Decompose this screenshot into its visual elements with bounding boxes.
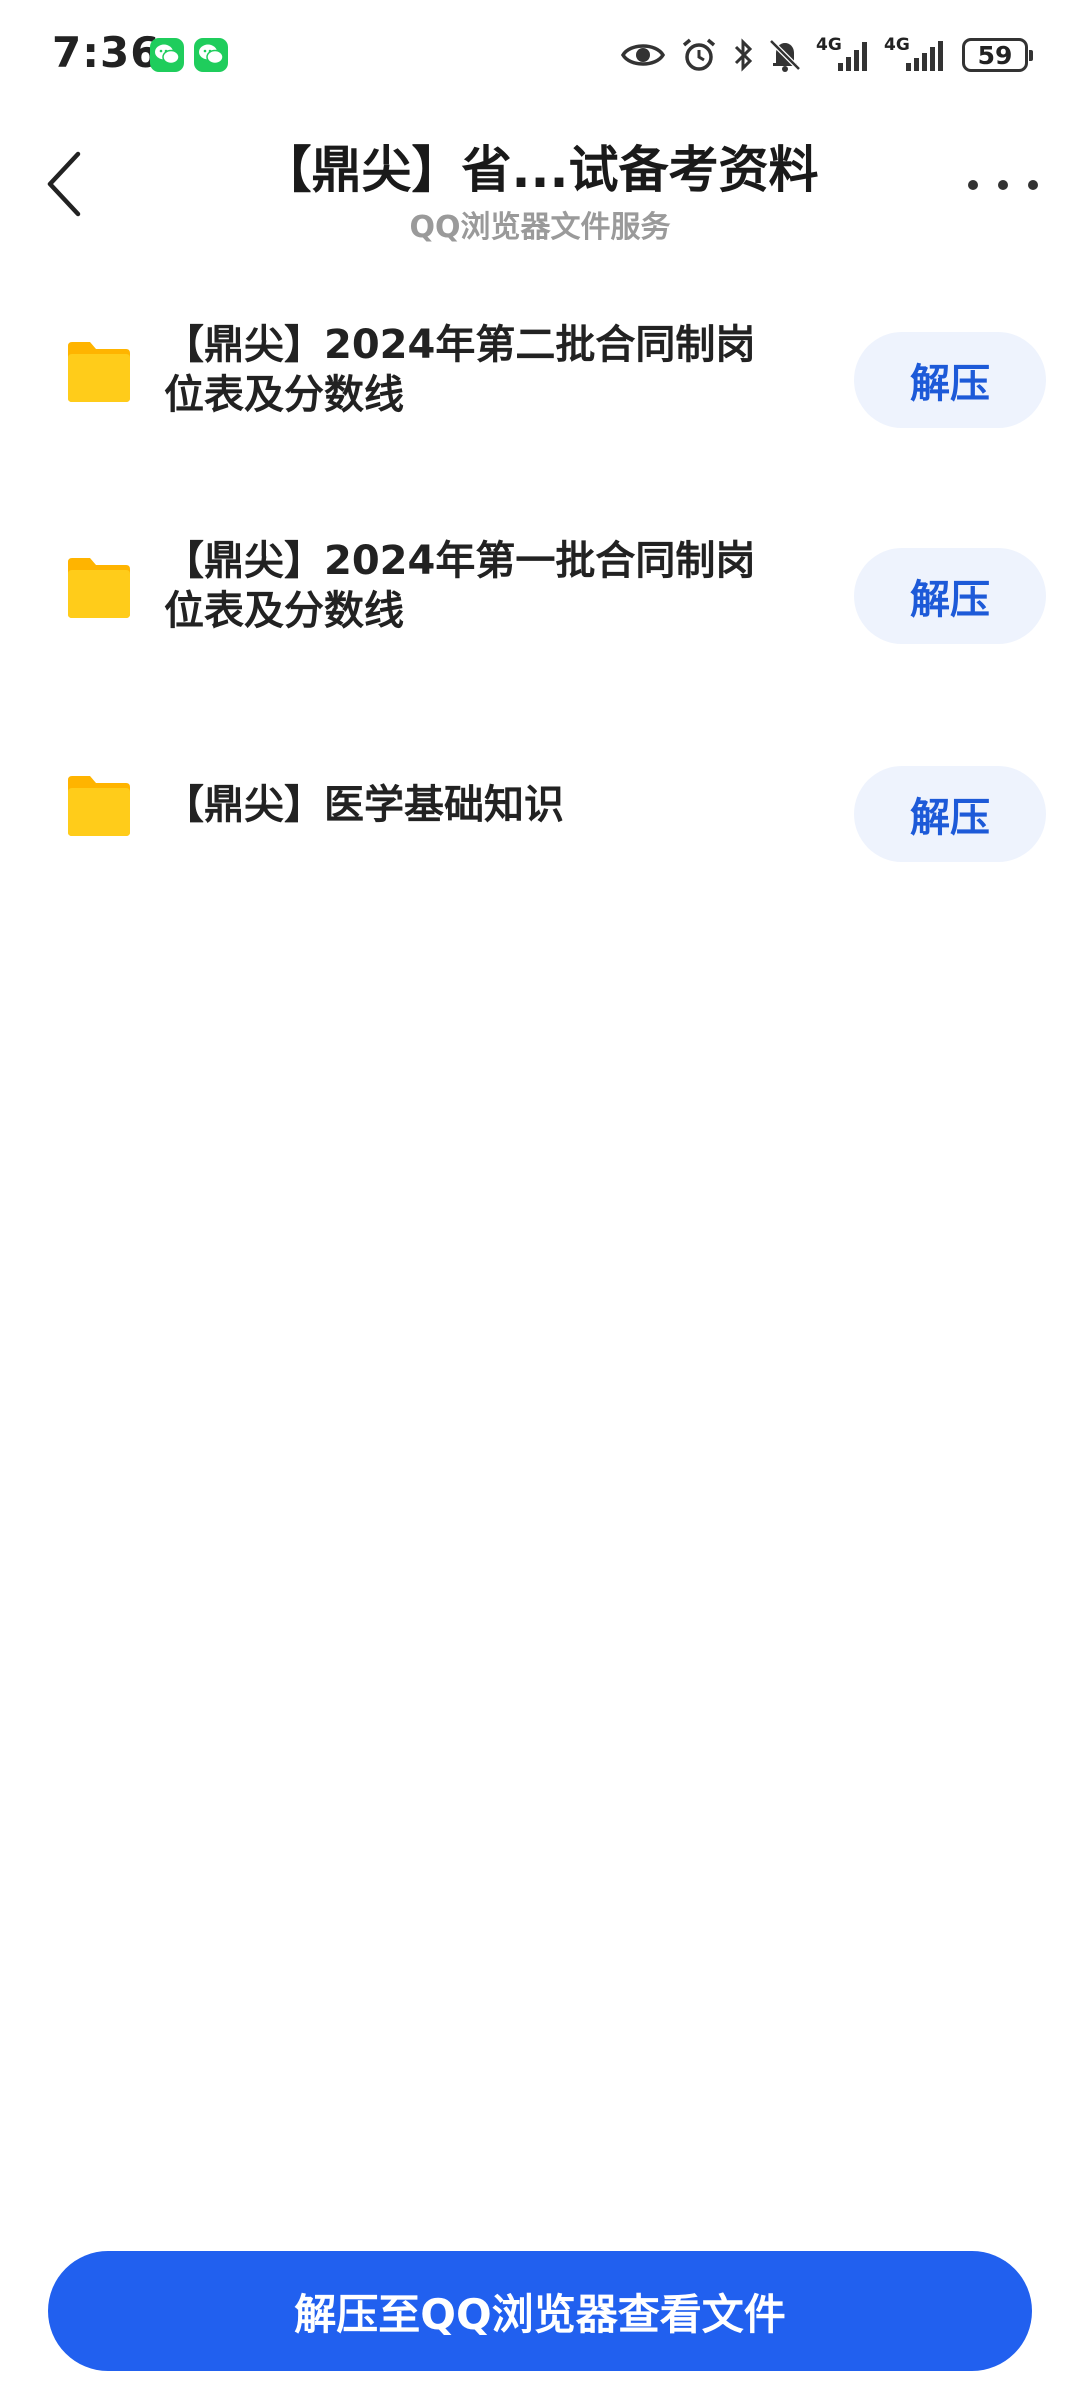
file-name-line: 【鼎尖】医学基础知识	[164, 782, 564, 828]
mute-bell-icon	[769, 39, 801, 72]
file-name: 【鼎尖】医学基础知识	[164, 780, 784, 830]
wechat-icon	[150, 38, 184, 72]
list-item[interactable]: 【鼎尖】医学基础知识 解压	[0, 750, 1080, 862]
more-horizontal-icon	[968, 180, 978, 190]
unzip-button[interactable]: 解压	[854, 332, 1046, 428]
list-item[interactable]: 【鼎尖】2024年第二批合同制岗 位表及分数线 解压	[0, 316, 1080, 428]
wechat-icon	[194, 38, 228, 72]
chevron-left-icon	[47, 151, 81, 217]
folder-icon	[68, 776, 130, 836]
file-name-line: 位表及分数线	[164, 588, 404, 634]
page-subtitle: QQ浏览器文件服务	[409, 210, 671, 245]
status-bar: 7:36 4G 4G 59	[0, 0, 1080, 110]
file-name: 【鼎尖】2024年第二批合同制岗 位表及分数线	[164, 320, 784, 420]
unzip-to-qq-browser-button[interactable]: 解压至QQ浏览器查看文件	[48, 2251, 1032, 2371]
folder-icon	[68, 558, 130, 618]
file-name: 【鼎尖】2024年第一批合同制岗 位表及分数线	[164, 536, 784, 636]
battery-indicator: 59	[962, 38, 1033, 72]
file-name-line: 位表及分数线	[164, 372, 404, 418]
signal-4g-icon: 4G	[816, 37, 870, 73]
page-title: 【鼎尖】省...试备考资料	[261, 141, 819, 199]
status-time: 7:36	[52, 28, 161, 77]
file-name-line: 【鼎尖】2024年第一批合同制岗	[164, 538, 756, 584]
signal-4g-icon: 4G	[884, 37, 948, 73]
unzip-button[interactable]: 解压	[854, 548, 1046, 644]
app-header: 【鼎尖】省...试备考资料 QQ浏览器文件服务	[0, 110, 1080, 260]
alarm-icon	[682, 38, 716, 71]
list-item[interactable]: 【鼎尖】2024年第一批合同制岗 位表及分数线 解压	[0, 532, 1080, 644]
unzip-button[interactable]: 解压	[854, 766, 1046, 862]
status-icons: 4G 4G 59	[620, 32, 1033, 78]
eye-icon	[620, 44, 666, 66]
back-button[interactable]	[38, 146, 94, 222]
folder-icon	[68, 342, 130, 402]
file-name-line: 【鼎尖】2024年第二批合同制岗	[164, 322, 756, 368]
bluetooth-icon	[734, 38, 753, 72]
more-button[interactable]	[968, 170, 1038, 200]
